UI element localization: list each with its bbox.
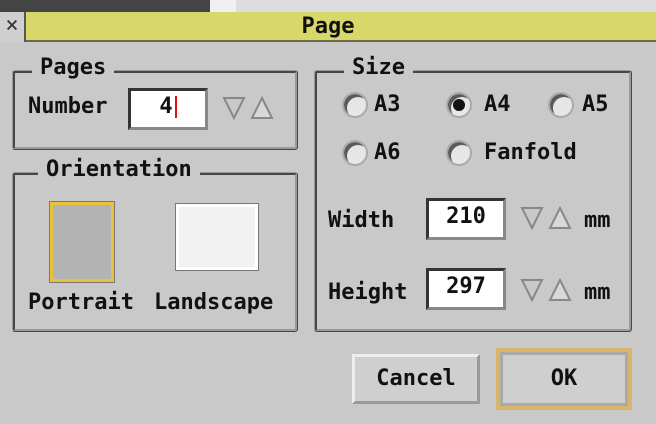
a5-label: A5 bbox=[582, 92, 609, 117]
width-adjuster-icon[interactable] bbox=[520, 200, 572, 236]
a3-label: A3 bbox=[374, 92, 401, 117]
height-field[interactable]: 297 bbox=[426, 268, 506, 310]
width-unit: mm bbox=[584, 208, 611, 233]
window-title: Page bbox=[301, 14, 355, 39]
a6-label: A6 bbox=[374, 140, 401, 165]
number-adjuster-icon[interactable] bbox=[222, 90, 274, 126]
radio-a3[interactable] bbox=[342, 92, 368, 118]
window-title-bar[interactable]: × Page bbox=[0, 12, 656, 42]
portrait-label: Portrait bbox=[28, 290, 134, 315]
height-unit: mm bbox=[584, 280, 611, 305]
radio-fanfold[interactable] bbox=[446, 140, 472, 166]
width-label: Width bbox=[328, 208, 395, 233]
width-field[interactable]: 210 bbox=[426, 198, 506, 240]
fanfold-label: Fanfold bbox=[484, 140, 577, 165]
radio-a5[interactable] bbox=[548, 92, 574, 118]
radio-a6[interactable] bbox=[342, 140, 368, 166]
number-label: Number bbox=[28, 94, 108, 119]
height-adjuster-icon[interactable] bbox=[520, 272, 572, 308]
pages-group-label: Pages bbox=[32, 56, 115, 80]
landscape-label: Landscape bbox=[154, 290, 274, 315]
a4-label: A4 bbox=[484, 92, 511, 117]
cancel-button[interactable]: Cancel bbox=[352, 354, 480, 404]
portrait-tile[interactable] bbox=[50, 202, 114, 282]
ok-button[interactable]: OK bbox=[496, 348, 632, 410]
number-value: 4 bbox=[159, 94, 173, 119]
text-caret bbox=[174, 96, 177, 118]
number-field[interactable]: 4 bbox=[128, 88, 208, 130]
landscape-tile[interactable] bbox=[176, 204, 258, 270]
size-group-label: Size bbox=[344, 56, 413, 80]
radio-a4[interactable] bbox=[446, 92, 472, 118]
orientation-group-label: Orientation bbox=[38, 158, 200, 182]
height-label: Height bbox=[328, 280, 408, 305]
